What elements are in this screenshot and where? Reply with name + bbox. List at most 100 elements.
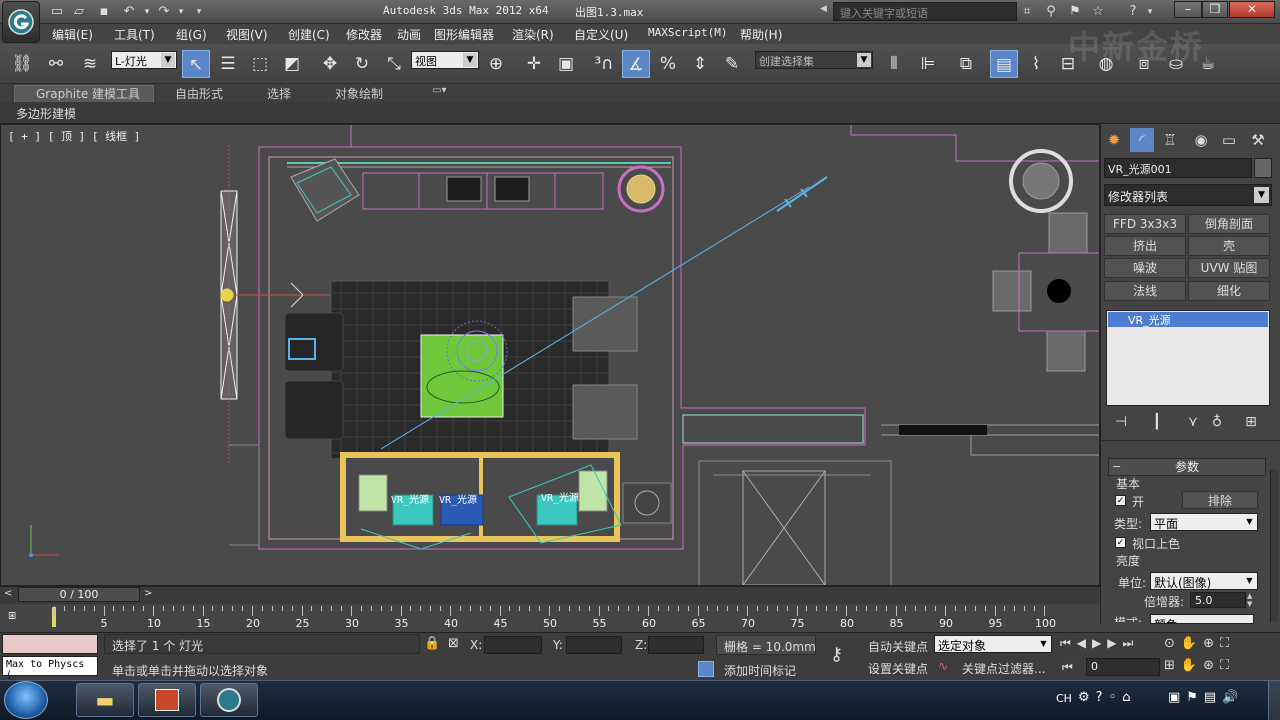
modifier-stack-item[interactable]: VR_光源: [1108, 312, 1268, 327]
polygon-modeling-label[interactable]: 多边形建模: [16, 105, 76, 122]
app-menu-button[interactable]: [2, 1, 40, 43]
link-icon[interactable]: ⛓: [8, 50, 36, 78]
rollout-collapse-icon[interactable]: −: [1112, 460, 1121, 473]
object-name-field[interactable]: VR_光源001: [1104, 158, 1252, 178]
tab-selection[interactable]: 选择: [259, 85, 299, 101]
ribbon-toggle-icon[interactable]: ▤: [990, 50, 1018, 78]
open-file-icon[interactable]: ▱: [70, 3, 88, 21]
viewport-color-checkbox[interactable]: ✓: [1115, 537, 1126, 548]
select-object-icon[interactable]: ↖: [182, 50, 210, 78]
tab-freeform[interactable]: 自由形式: [167, 85, 231, 101]
modify-tab-icon[interactable]: ◜: [1130, 128, 1154, 152]
units-dropdown[interactable]: 默认(图像) ▼: [1150, 572, 1258, 590]
system-tray-icons[interactable]: ▣⚑▤🔊: [1168, 690, 1244, 705]
pivot-center-icon[interactable]: ⊕: [482, 50, 510, 78]
unlink-icon[interactable]: ⚯: [42, 50, 70, 78]
mirror-icon[interactable]: ⫴: [880, 50, 908, 78]
multiplier-spinner[interactable]: 5.0: [1190, 592, 1246, 608]
normal-button[interactable]: 法线: [1104, 281, 1186, 301]
communication-center-icon[interactable]: ⚑: [1066, 3, 1084, 21]
spinner-snap-icon[interactable]: ⇕: [686, 50, 714, 78]
time-prev-icon[interactable]: <: [4, 588, 12, 599]
tray-icons[interactable]: ⚙?◦⌂: [1078, 690, 1136, 705]
parameters-rollout-header[interactable]: 参数: [1108, 458, 1266, 476]
exclude-button[interactable]: 排除: [1182, 491, 1258, 509]
add-time-tag[interactable]: 添加时间标记: [724, 662, 796, 679]
time-slider-thumb[interactable]: 0 / 100: [18, 587, 140, 602]
quick-access-dropdown-icon[interactable]: ▾: [190, 3, 208, 21]
on-checkbox[interactable]: ✓: [1115, 495, 1126, 506]
keyboard-shortcut-override-icon[interactable]: ▣: [552, 50, 580, 78]
ffd-button[interactable]: FFD 3x3x3: [1104, 214, 1186, 234]
ribbon-options-icon[interactable]: ▭▾: [424, 85, 454, 101]
create-tab-icon[interactable]: ✹: [1102, 128, 1126, 152]
select-move-icon[interactable]: ✥: [316, 50, 344, 78]
bevel-profile-button[interactable]: 倒角剖面: [1188, 214, 1270, 234]
x-coordinate-field[interactable]: [484, 636, 542, 654]
menu-animation[interactable]: 动画: [397, 26, 421, 43]
help-icon[interactable]: ?: [1124, 3, 1142, 21]
snaps-toggle-icon[interactable]: ³∩: [590, 50, 618, 78]
current-frame-field[interactable]: 0: [1086, 658, 1160, 676]
viewport-top[interactable]: VR_光源 VR_光源 VR_光源: [0, 124, 1100, 586]
panel-scrollbar[interactable]: [1270, 470, 1278, 622]
subscription-icon[interactable]: ⚲: [1042, 3, 1060, 21]
binoculars-icon[interactable]: ⌗: [1018, 3, 1036, 21]
select-by-name-icon[interactable]: ☰: [214, 50, 242, 78]
reference-coordinate-dropdown[interactable]: 视图 ▼: [411, 51, 479, 69]
uvw-map-button[interactable]: UVW 贴图: [1188, 258, 1270, 278]
playback-controls-icon[interactable]: ⏮◀▶▶⏭: [1060, 636, 1139, 651]
percent-snap-icon[interactable]: %: [654, 50, 682, 78]
time-slider-track[interactable]: [0, 586, 1100, 604]
menu-tools[interactable]: 工具(T): [114, 26, 155, 43]
show-end-result-icon[interactable]: ┃: [1146, 412, 1168, 432]
hierarchy-tab-icon[interactable]: ♖: [1158, 128, 1182, 152]
align-icon[interactable]: ⊫: [914, 50, 942, 78]
menu-graph-editors[interactable]: 图形编辑器: [434, 26, 494, 43]
set-key-icon[interactable]: ⚷: [830, 644, 843, 665]
tessellate-button[interactable]: 细化: [1188, 281, 1270, 301]
curve-editor-icon[interactable]: ⌇: [1022, 50, 1050, 78]
viewport-nav-row1-icon[interactable]: ⊙✋⊕⛶: [1164, 636, 1235, 651]
menu-modifiers[interactable]: 修改器: [346, 26, 382, 43]
display-tab-icon[interactable]: ▭: [1217, 128, 1241, 152]
layer-manager-icon[interactable]: ⧉: [952, 50, 980, 78]
viewport-nav-row2-icon[interactable]: ⊞✋⊛⛶: [1164, 658, 1235, 673]
search-input[interactable]: 键入关键字或短语: [833, 2, 1017, 21]
favorites-icon[interactable]: ☆: [1089, 3, 1107, 21]
taskbar-3dsmax[interactable]: [200, 683, 258, 717]
select-rotate-icon[interactable]: ↻: [348, 50, 376, 78]
menu-customize[interactable]: 自定义(U): [574, 26, 628, 43]
search-expand-icon[interactable]: ◀: [820, 4, 832, 20]
key-filters-button[interactable]: 关键点过滤器...: [962, 660, 1045, 677]
select-scale-icon[interactable]: ⤡: [380, 50, 408, 78]
motion-tab-icon[interactable]: ◉: [1189, 128, 1213, 152]
rectangular-selection-icon[interactable]: ⬚: [246, 50, 274, 78]
y-coordinate-field[interactable]: [566, 636, 622, 654]
taskbar-explorer[interactable]: ▬: [76, 683, 134, 717]
undo-dropdown-icon[interactable]: ▾: [138, 3, 156, 21]
redo-icon[interactable]: ↷: [155, 3, 173, 21]
window-crossing-icon[interactable]: ◩: [278, 50, 306, 78]
utilities-tab-icon[interactable]: ⚒: [1246, 128, 1270, 152]
remove-modifier-icon[interactable]: ♁: [1206, 412, 1228, 432]
maxscript-listener-output[interactable]: [2, 634, 98, 654]
selection-filter-dropdown[interactable]: L-灯光 ▼: [111, 51, 177, 69]
help-dropdown-icon[interactable]: ▾: [1141, 3, 1159, 21]
viewport-label[interactable]: [ + ] [ 顶 ] [ 线框 ]: [8, 128, 140, 144]
menu-help[interactable]: 帮助(H): [740, 26, 782, 43]
extrude-button[interactable]: 挤出: [1104, 236, 1186, 256]
menu-views[interactable]: 视图(V): [226, 26, 268, 43]
select-manipulate-icon[interactable]: ✛: [520, 50, 548, 78]
z-coordinate-field[interactable]: [648, 636, 704, 654]
bind-space-warp-icon[interactable]: ≋: [76, 50, 104, 78]
taskbar-powerpoint[interactable]: [138, 683, 196, 717]
menu-rendering[interactable]: 渲染(R): [512, 26, 554, 43]
show-desktop-button[interactable]: [1268, 681, 1280, 720]
maxscript-listener-input[interactable]: Max to Physcs (: [2, 656, 98, 681]
time-next-icon[interactable]: >: [144, 588, 152, 599]
menu-edit[interactable]: 编辑(E): [52, 26, 93, 43]
redo-dropdown-icon[interactable]: ▾: [172, 3, 190, 21]
mode-dropdown[interactable]: 颜色: [1150, 614, 1254, 624]
tab-object-paint[interactable]: 对象绘制: [327, 85, 391, 101]
